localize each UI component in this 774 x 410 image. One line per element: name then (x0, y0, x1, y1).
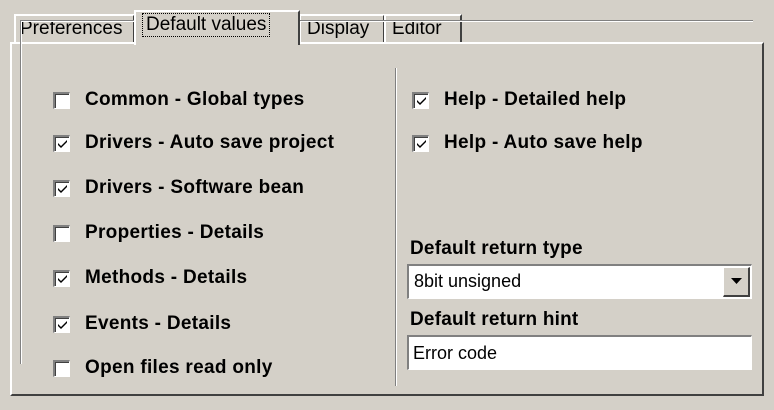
checkbox-box[interactable] (53, 91, 70, 109)
checkbox-box[interactable] (53, 224, 70, 242)
checkmark-icon (58, 184, 67, 193)
checkbox-help-auto-save-help[interactable]: Help - Auto save help (412, 131, 643, 155)
checkbox-label: Open files read only (85, 357, 273, 378)
checkbox-open-files-read-only[interactable]: Open files read only (53, 356, 273, 380)
checkbox-events-details[interactable]: Events - Details (53, 312, 231, 336)
checkbox-box[interactable] (53, 179, 70, 197)
checkbox-methods-details[interactable]: Methods - Details (53, 266, 247, 290)
checkbox-drivers-software-bean[interactable]: Drivers - Software bean (53, 176, 304, 200)
checkbox-common-global-types[interactable]: Common - Global types (53, 88, 305, 112)
default-return-type-label: Default return type (410, 238, 583, 259)
checkmark-icon (417, 96, 426, 105)
checkbox-properties-details[interactable]: Properties - Details (53, 221, 264, 245)
checkbox-box[interactable] (53, 315, 70, 333)
checkbox-box[interactable] (412, 134, 429, 152)
default-return-type-select[interactable]: 8bit unsigned (407, 264, 752, 299)
checkbox-label: Help - Auto save help (444, 132, 643, 153)
checkmark-icon (58, 320, 67, 329)
checkbox-label: Help - Detailed help (444, 89, 627, 110)
checkmark-icon (58, 274, 67, 283)
checkbox-label: Properties - Details (85, 222, 265, 243)
checkbox-label: Common - Global types (85, 89, 305, 110)
checkbox-box[interactable] (53, 269, 70, 287)
checkbox-box[interactable] (53, 134, 70, 152)
checkbox-help-detailed-help[interactable]: Help - Detailed help (412, 88, 626, 112)
checkbox-label: Events - Details (85, 313, 232, 334)
checkbox-box[interactable] (412, 91, 429, 109)
checkmark-icon (417, 139, 426, 148)
dropdown-button[interactable] (723, 267, 750, 297)
default-return-hint-label: Default return hint (410, 309, 579, 330)
checkbox-box[interactable] (53, 359, 70, 377)
chevron-down-icon (730, 278, 742, 284)
default-return-hint-input[interactable] (407, 335, 752, 370)
default-return-type-value: 8bit unsigned (414, 271, 522, 291)
tab-default-values[interactable]: Default values (134, 10, 300, 45)
checkbox-label: Drivers - Software bean (85, 177, 305, 198)
checkbox-label: Methods - Details (85, 267, 248, 288)
checkbox-label: Drivers - Auto save project (85, 132, 335, 153)
checkmark-icon (58, 139, 67, 148)
checkbox-drivers-auto-save-project[interactable]: Drivers - Auto save project (53, 131, 334, 155)
column-divider (395, 68, 397, 386)
tab-default-values-label: Default values (142, 13, 271, 37)
